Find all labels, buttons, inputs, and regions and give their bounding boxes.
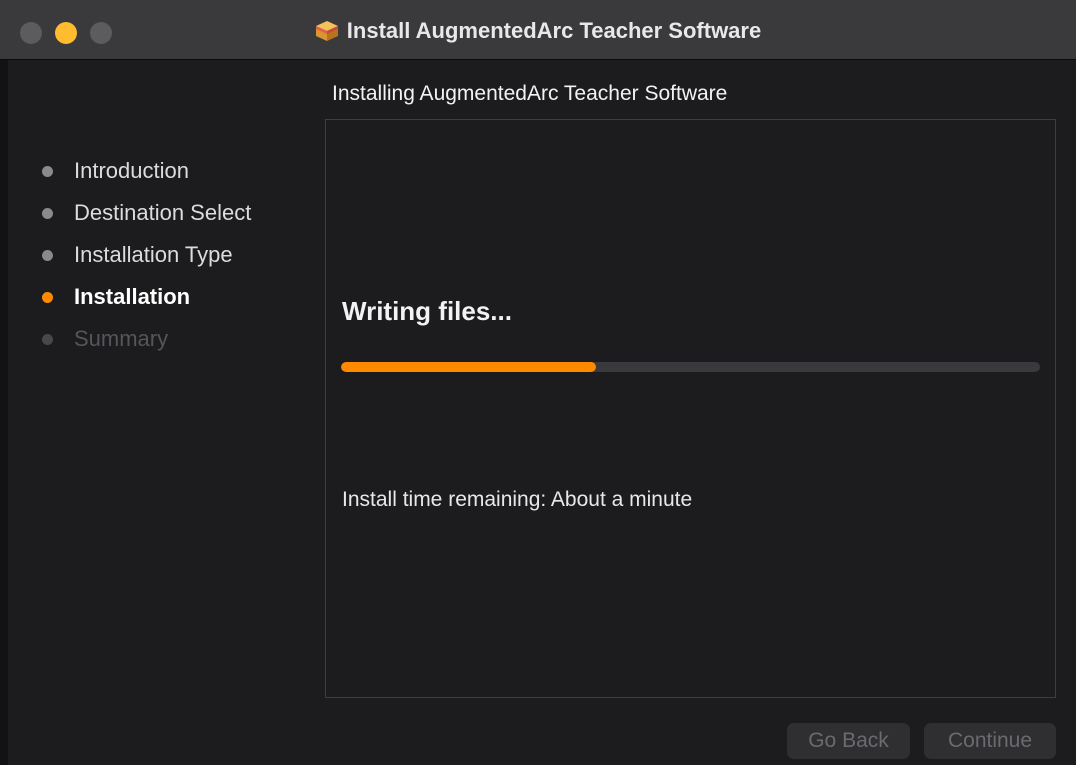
step-installation: Installation: [42, 279, 251, 321]
window-edge: [0, 60, 8, 765]
package-icon: [315, 20, 339, 49]
installer-steps-list: Introduction Destination Select Installa…: [42, 153, 251, 363]
status-title: Writing files...: [342, 296, 512, 326]
install-progress-panel: Writing files... Install time remaining:…: [325, 119, 1056, 698]
pane-heading: Installing AugmentedArc Teacher Software: [332, 82, 728, 105]
progress-bar-fill: [341, 362, 597, 372]
go-back-button[interactable]: Go Back: [787, 723, 910, 759]
step-label: Installation: [74, 284, 191, 309]
step-installation-type: Installation Type: [42, 237, 251, 279]
step-bullet-icon: [42, 250, 53, 261]
step-bullet-icon: [42, 166, 53, 177]
step-label: Installation Type: [74, 242, 233, 267]
step-label: Summary: [74, 326, 169, 351]
title-bar[interactable]: Install AugmentedArc Teacher Software: [0, 0, 1076, 60]
continue-button[interactable]: Continue: [924, 723, 1056, 759]
window-title-group: Install AugmentedArc Teacher Software: [0, 17, 1076, 49]
step-destination-select: Destination Select: [42, 195, 251, 237]
step-label: Destination Select: [74, 200, 252, 225]
step-bullet-icon: [42, 334, 53, 345]
active-step-bullet-icon: [42, 292, 53, 303]
progress-bar: [341, 362, 1040, 372]
step-introduction: Introduction: [42, 153, 251, 195]
step-summary: Summary: [42, 321, 251, 363]
step-bullet-icon: [42, 208, 53, 219]
window-title: Install AugmentedArc Teacher Software: [346, 18, 762, 43]
installer-window: Install AugmentedArc Teacher Software In…: [0, 0, 1076, 765]
step-label: Introduction: [74, 158, 189, 183]
time-remaining-text: Install time remaining: About a minute: [342, 488, 693, 511]
